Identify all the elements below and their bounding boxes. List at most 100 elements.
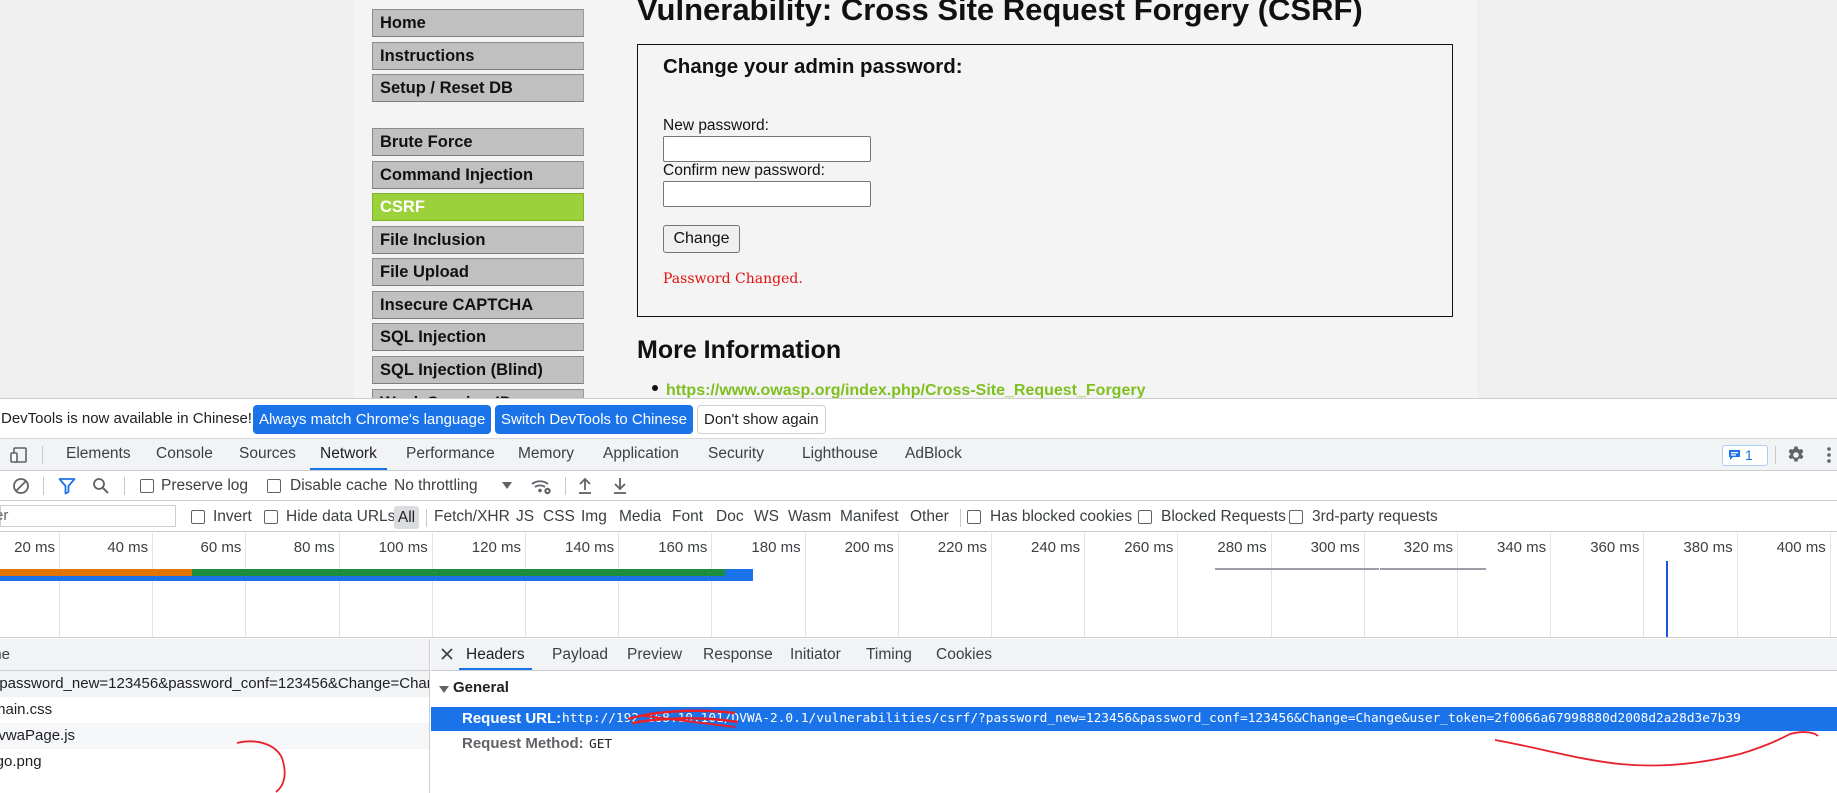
- device-toolbar-icon[interactable]: [10, 447, 28, 463]
- type-filter-other[interactable]: Other: [910, 508, 949, 526]
- confirm-password-label: Confirm new password:: [663, 162, 825, 179]
- network-overview-timeline[interactable]: 20 ms 40 ms 60 ms 80 ms 100 ms 120 ms 14…: [0, 533, 1837, 638]
- request-list-header[interactable]: Name: [0, 639, 429, 671]
- network-toolbar: Preserve log Disable cache No throttling: [0, 471, 1837, 501]
- has-blocked-cookies-label: Has blocked cookies: [990, 508, 1133, 525]
- timeline-gridline: [1643, 533, 1645, 637]
- general-section-header[interactable]: General: [431, 679, 509, 696]
- tab-application[interactable]: Application: [603, 439, 679, 470]
- filter-icon[interactable]: [58, 477, 76, 495]
- hide-data-urls-label: Hide data URLs: [286, 508, 396, 525]
- network-conditions-icon[interactable]: [530, 476, 552, 496]
- menu-item-instructions[interactable]: Instructions: [372, 42, 584, 70]
- filter-input[interactable]: Filter: [0, 505, 176, 527]
- menu-item-command-injection[interactable]: Command Injection: [372, 161, 584, 189]
- timeline-tick: 280 ms: [1217, 539, 1267, 556]
- menu-item-file-inclusion[interactable]: File Inclusion: [372, 226, 584, 254]
- type-filter-all[interactable]: All: [394, 506, 419, 529]
- confirm-password-input[interactable]: [663, 181, 871, 207]
- menu-item-sql-injection[interactable]: SQL Injection: [372, 323, 584, 351]
- infobar-message: DevTools is now available in Chinese!: [1, 410, 252, 427]
- tab-lighthouse[interactable]: Lighthouse: [802, 439, 878, 470]
- dont-show-again-button[interactable]: Don't show again: [697, 405, 826, 434]
- search-icon[interactable]: [92, 477, 110, 495]
- timeline-tick: 40 ms: [107, 539, 149, 556]
- type-filter-manifest[interactable]: Manifest: [840, 508, 899, 526]
- switch-to-chinese-button[interactable]: Switch DevTools to Chinese: [495, 405, 693, 434]
- third-party-checkbox[interactable]: [1289, 510, 1303, 524]
- has-blocked-cookies-checkbox[interactable]: [967, 510, 981, 524]
- throttling-select[interactable]: No throttling: [394, 477, 478, 495]
- hide-data-urls-checkbox[interactable]: [264, 510, 278, 524]
- tab-adblock[interactable]: AdBlock: [905, 439, 962, 470]
- type-filter-media[interactable]: Media: [619, 508, 661, 526]
- change-password-form: Change your admin password: New password…: [637, 44, 1453, 317]
- timeline-gridline: [1550, 533, 1552, 637]
- type-filter-doc[interactable]: Doc: [716, 508, 744, 526]
- toolbar-divider: [1775, 446, 1776, 464]
- type-filter-fetch-xhr[interactable]: Fetch/XHR: [434, 508, 510, 526]
- tab-divider: [42, 446, 43, 464]
- type-filter-js[interactable]: JS: [516, 508, 534, 526]
- new-password-input[interactable]: [663, 136, 871, 162]
- type-filter-font[interactable]: Font: [672, 508, 703, 526]
- tab-memory[interactable]: Memory: [518, 439, 574, 470]
- menu-item-brute-force[interactable]: Brute Force: [372, 128, 584, 156]
- menu-item-weak-session-ids[interactable]: Weak Session IDs: [372, 389, 584, 398]
- tab-sources[interactable]: Sources: [239, 439, 296, 470]
- blocked-requests-checkbox[interactable]: [1138, 510, 1152, 524]
- tab-initiator[interactable]: Initiator: [790, 639, 841, 670]
- timeline-gridline: [431, 533, 433, 637]
- tab-preview[interactable]: Preview: [627, 639, 682, 670]
- preserve-log-checkbox[interactable]: [140, 479, 154, 493]
- toolbar-divider: [124, 477, 125, 495]
- menu-item-csrf[interactable]: CSRF: [372, 193, 584, 221]
- menu-item-sql-injection-blind[interactable]: SQL Injection (Blind): [372, 356, 584, 384]
- tab-console[interactable]: Console: [156, 439, 213, 470]
- tab-elements[interactable]: Elements: [66, 439, 131, 470]
- tab-network[interactable]: Network: [310, 439, 387, 470]
- change-button[interactable]: Change: [663, 225, 740, 253]
- tab-headers[interactable]: Headers: [459, 639, 532, 670]
- request-url-row[interactable]: Request URL: http://192.168.10.101/DVWA-…: [431, 707, 1837, 731]
- type-filter-wasm[interactable]: Wasm: [788, 508, 831, 526]
- owasp-csrf-link[interactable]: https://www.owasp.org/index.php/Cross-Si…: [666, 382, 1145, 398]
- column-name-header: Name: [0, 646, 11, 663]
- tab-performance[interactable]: Performance: [406, 439, 495, 470]
- request-row-main-css[interactable]: main.css: [0, 697, 429, 723]
- blocked-requests-label: Blocked Requests: [1161, 508, 1286, 525]
- settings-gear-icon[interactable]: [1786, 445, 1806, 465]
- tab-cookies[interactable]: Cookies: [936, 639, 992, 670]
- type-filter-img[interactable]: Img: [581, 508, 607, 526]
- devtools-panel: DevTools is now available in Chinese! Al…: [0, 398, 1837, 793]
- menu-item-file-upload[interactable]: File Upload: [372, 258, 584, 286]
- type-filter-css[interactable]: CSS: [543, 508, 575, 526]
- timeline-tick: 220 ms: [937, 539, 987, 556]
- timeline-tick: 80 ms: [293, 539, 335, 556]
- close-icon[interactable]: [441, 648, 453, 660]
- request-method-row[interactable]: Request Method: GET: [431, 731, 1837, 755]
- type-filter-ws[interactable]: WS: [754, 508, 779, 526]
- import-har-icon[interactable]: [577, 477, 593, 495]
- request-row-dvwapage-js[interactable]: dvwaPage.js: [0, 723, 429, 749]
- invert-checkbox[interactable]: [191, 510, 205, 524]
- preserve-log-label: Preserve log: [161, 477, 249, 494]
- tab-timing[interactable]: Timing: [866, 639, 912, 670]
- tab-payload[interactable]: Payload: [552, 639, 608, 670]
- tab-security[interactable]: Security: [708, 439, 764, 470]
- more-options-icon[interactable]: [1826, 445, 1832, 465]
- export-har-icon[interactable]: [612, 477, 628, 495]
- timeline-gridline: [1177, 533, 1179, 637]
- disable-cache-checkbox[interactable]: [267, 479, 281, 493]
- request-row-csrf[interactable]: ?password_new=123456&password_conf=12345…: [0, 671, 429, 697]
- match-language-button[interactable]: Always match Chrome's language: [253, 405, 492, 434]
- menu-item-setup-reset-db[interactable]: Setup / Reset DB: [372, 74, 584, 102]
- menu-item-insecure-captcha[interactable]: Insecure CAPTCHA: [372, 291, 584, 319]
- request-row-logo-png[interactable]: logo.png: [0, 749, 429, 775]
- clear-icon[interactable]: [12, 477, 30, 495]
- chevron-down-icon[interactable]: [502, 482, 512, 489]
- tab-response[interactable]: Response: [703, 639, 773, 670]
- issues-badge[interactable]: 1: [1722, 445, 1768, 466]
- invert-label: Invert: [213, 508, 252, 525]
- menu-item-home[interactable]: Home: [372, 9, 584, 37]
